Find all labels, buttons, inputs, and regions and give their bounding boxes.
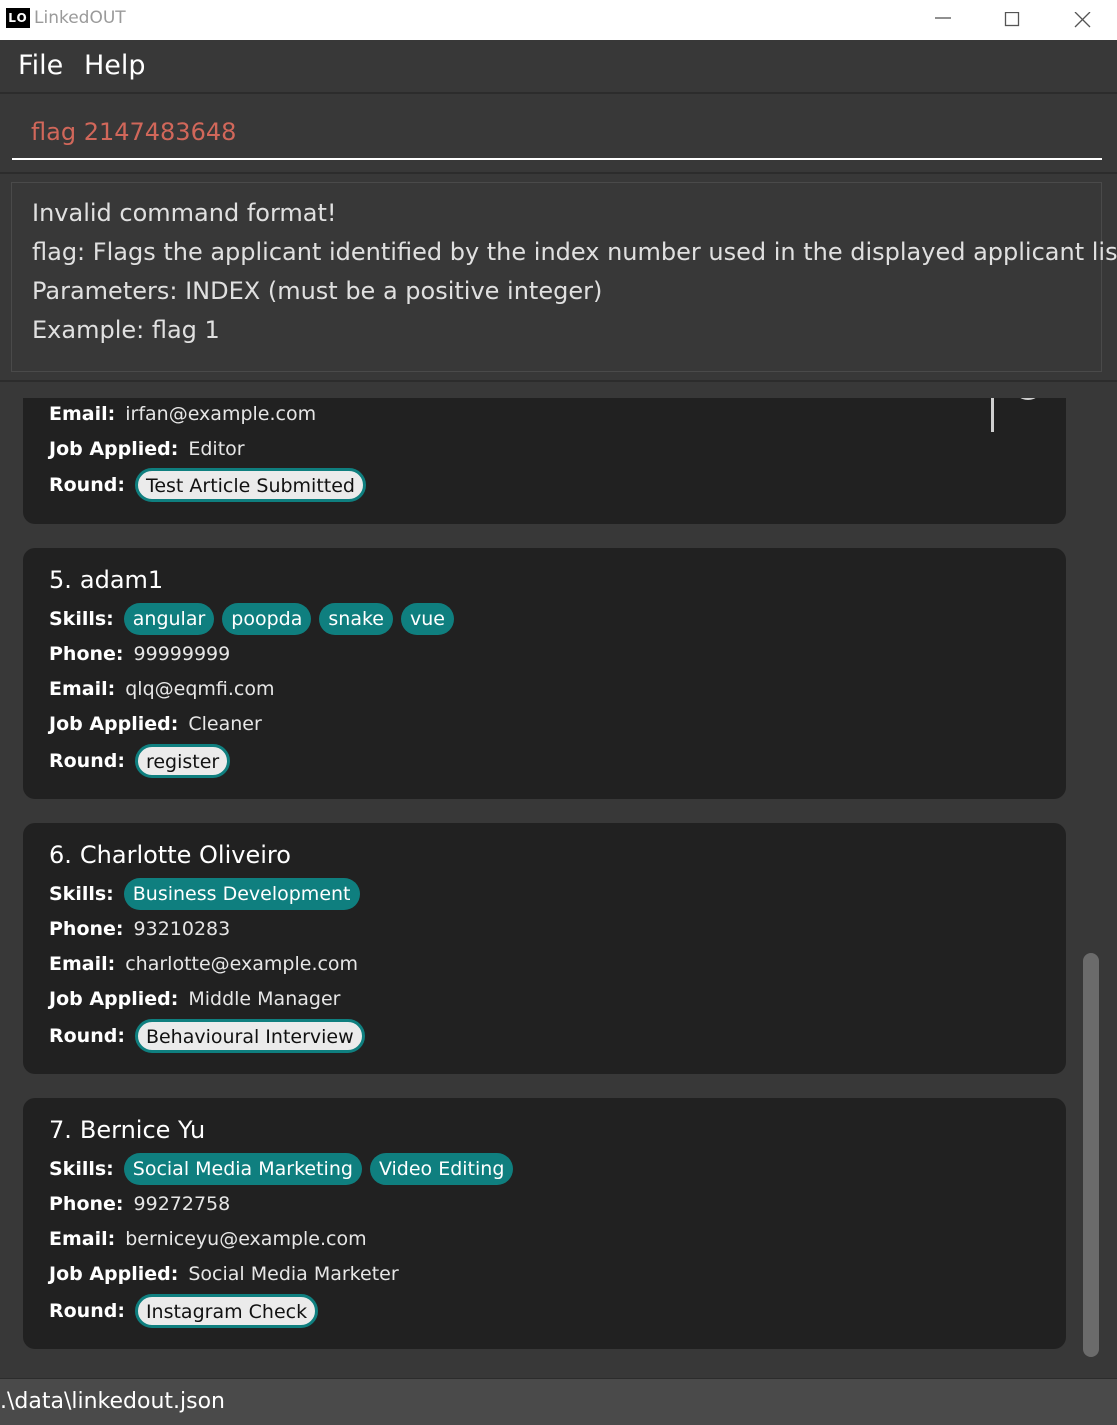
email-value: berniceyu@example.com — [125, 1228, 367, 1250]
email-label: Email: — [49, 678, 116, 700]
skills-row: Skills: angular poopda snake vue — [49, 603, 462, 635]
phone-row: Phone: 99999999 — [49, 638, 230, 670]
command-input[interactable]: flag 2147483648 — [12, 104, 1102, 160]
applicant-index: 7. — [49, 1116, 72, 1144]
result-line: Example: flag 1 — [32, 316, 220, 344]
email-value: irfan@example.com — [125, 403, 317, 425]
job-value: Editor — [188, 438, 245, 460]
round-row: Round: Test Article Submitted — [49, 468, 366, 502]
job-value: Middle Manager — [188, 988, 341, 1010]
email-label: Email: — [49, 953, 116, 975]
result-panel: Invalid command format! flag: Flags the … — [0, 172, 1117, 382]
maximize-button[interactable] — [978, 0, 1048, 40]
minimize-icon — [935, 17, 951, 19]
applicant-index: 6. — [49, 841, 72, 869]
round-label: Round: — [49, 1299, 125, 1322]
round-label: Round: — [49, 473, 125, 496]
round-row: Round: Behavioural Interview — [49, 1019, 365, 1053]
job-label: Job Applied: — [49, 988, 179, 1010]
applicant-name: adam1 — [79, 566, 164, 594]
maximize-icon — [1004, 12, 1020, 27]
round-badge: Behavioural Interview — [134, 1019, 365, 1053]
phone-label: Phone: — [49, 918, 124, 940]
phone-value: 99272758 — [133, 1193, 231, 1215]
round-row: Round: register — [49, 744, 231, 778]
skill-tag: poopda — [222, 603, 312, 635]
app-logo: LO — [6, 8, 30, 28]
applicant-card[interactable]: 7. Bernice Yu Skills: Social Media Marketi… — [23, 1098, 1066, 1349]
skills-row: Skills: Social Media Marketing Video Editi… — [49, 1153, 521, 1185]
round-row: Round: Instagram Check — [49, 1294, 319, 1328]
phone-label: Phone: — [49, 643, 124, 665]
applicant-list[interactable]: Email: irfan@example.com Job Applied: Edit… — [0, 398, 1117, 1378]
round-badge: Test Article Submitted — [134, 468, 366, 502]
round-badge: register — [134, 744, 231, 778]
job-value: Cleaner — [188, 713, 262, 735]
window-title: LinkedOUT — [34, 8, 126, 28]
skills-label: Skills: — [49, 883, 114, 905]
skill-tag: Business Development — [123, 878, 360, 910]
job-row: Job Applied: Editor — [49, 433, 245, 465]
phone-row: Phone: 93210283 — [49, 913, 230, 945]
job-label: Job Applied: — [49, 438, 179, 460]
menu-file[interactable]: File — [18, 50, 63, 81]
flag-arc-icon — [1013, 398, 1043, 400]
menu-bar: File Help — [0, 40, 1117, 94]
email-label: Email: — [49, 403, 116, 425]
skill-tag: Social Media Marketing — [123, 1153, 362, 1185]
email-row: Email: charlotte@example.com — [49, 948, 358, 980]
email-label: Email: — [49, 1228, 116, 1250]
email-value: charlotte@example.com — [125, 953, 359, 975]
skills-label: Skills: — [49, 1158, 114, 1180]
skills-label: Skills: — [49, 608, 114, 630]
round-label: Round: — [49, 1024, 125, 1047]
applicant-index: 5. — [49, 566, 72, 594]
skills-row: Skills: Business Development — [49, 878, 368, 910]
title-bar: LO LinkedOUT — [0, 0, 1117, 40]
skill-tag: Video Editing — [369, 1153, 514, 1185]
round-badge: Instagram Check — [134, 1294, 319, 1328]
minimize-button[interactable] — [908, 0, 978, 40]
applicant-card[interactable]: 5. adam1 Skills: angular poopda snake vue Pho… — [23, 548, 1066, 799]
status-bar: .\data\linkedout.json — [0, 1378, 1117, 1425]
skill-tag: angular — [123, 603, 215, 635]
result-display: Invalid command format! flag: Flags the … — [11, 182, 1117, 372]
job-value: Social Media Marketer — [188, 1263, 399, 1285]
job-row: Job Applied: Social Media Marketer — [49, 1258, 399, 1290]
flag-icon — [991, 398, 994, 432]
phone-row: Phone: 99272758 — [49, 1188, 230, 1220]
round-label: Round: — [49, 749, 125, 772]
phone-value: 93210283 — [133, 918, 231, 940]
result-line: Parameters: INDEX (must be a positive in… — [32, 277, 603, 305]
applicant-card[interactable]: 6. Charlotte Oliveiro Skills: Business Dev… — [23, 823, 1066, 1074]
phone-value: 99999999 — [133, 643, 231, 665]
email-row: Email: berniceyu@example.com — [49, 1223, 367, 1255]
email-row: Email: irfan@example.com — [49, 398, 316, 430]
save-location: .\data\linkedout.json — [0, 1389, 225, 1414]
result-line: flag: Flags the applicant identified by … — [32, 238, 1117, 266]
applicant-header: 6. Charlotte Oliveiro — [49, 841, 291, 869]
list-scrollbar[interactable] — [1083, 953, 1099, 1357]
skill-tag: vue — [400, 603, 454, 635]
applicant-header: 5. adam1 — [49, 566, 163, 594]
applicant-name: Bernice Yu — [79, 1116, 206, 1144]
applicant-header: 7. Bernice Yu — [49, 1116, 205, 1144]
close-icon — [1074, 12, 1091, 28]
job-label: Job Applied: — [49, 713, 179, 735]
email-row: Email: qlq@eqmfi.com — [49, 673, 274, 705]
job-row: Job Applied: Cleaner — [49, 708, 262, 740]
applicant-name: Charlotte Oliveiro — [79, 841, 291, 869]
skill-tag: snake — [319, 603, 393, 635]
command-text: flag 2147483648 — [31, 118, 237, 146]
result-line: Invalid command format! — [32, 199, 337, 227]
menu-help[interactable]: Help — [84, 50, 146, 81]
job-label: Job Applied: — [49, 1263, 179, 1285]
applicant-card[interactable]: Email: irfan@example.com Job Applied: Edit… — [23, 398, 1066, 524]
phone-label: Phone: — [49, 1193, 124, 1215]
job-row: Job Applied: Middle Manager — [49, 983, 340, 1015]
close-button[interactable] — [1048, 0, 1117, 40]
email-value: qlq@eqmfi.com — [125, 678, 275, 700]
